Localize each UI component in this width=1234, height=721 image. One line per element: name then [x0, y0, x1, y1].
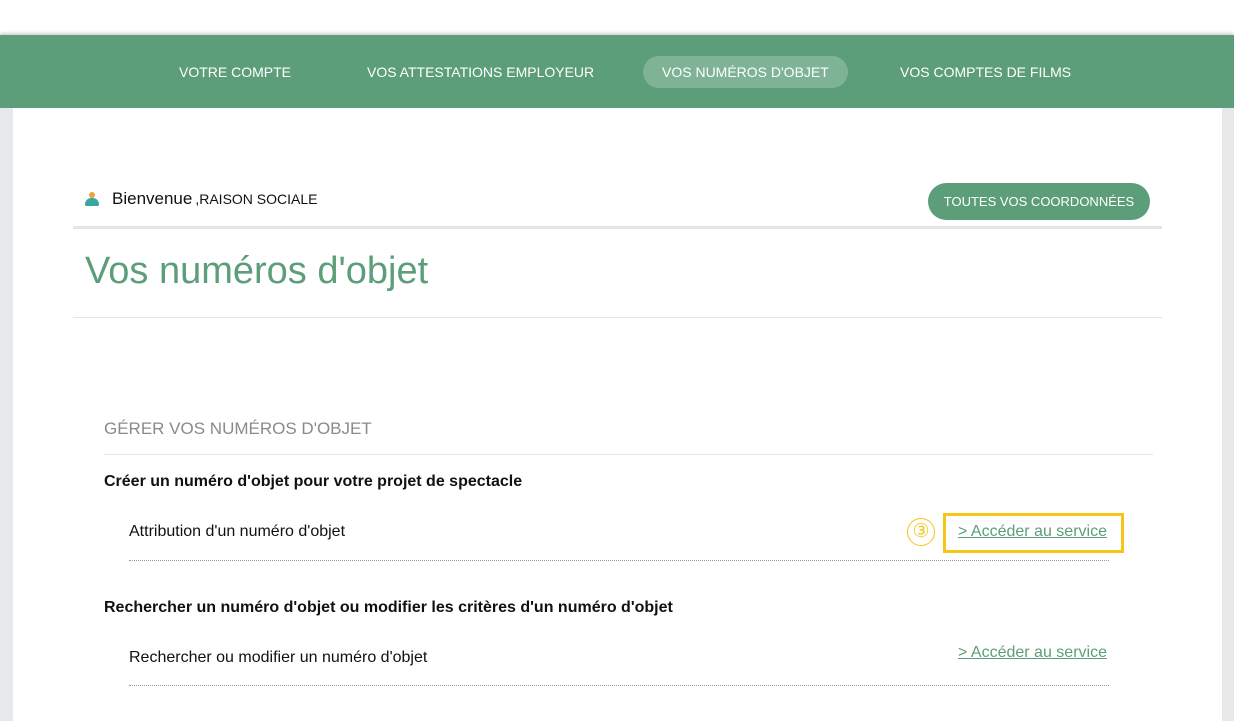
- user-icon: [84, 191, 100, 207]
- welcome-bar: Bienvenue ,RAISON SOCIALE: [84, 188, 318, 210]
- section-divider: [104, 454, 1153, 455]
- group-title-create: Créer un numéro d'objet pour votre proje…: [104, 473, 523, 490]
- nav-votre-compte[interactable]: VOTRE COMPTE: [179, 56, 291, 88]
- row-divider: [129, 560, 1109, 561]
- step-marker: ③: [907, 518, 935, 546]
- nav-comptes-films[interactable]: VOS COMPTES DE FILMS: [900, 56, 1071, 88]
- company-name: ,RAISON SOCIALE: [195, 191, 318, 207]
- section-heading: GÉRER VOS NUMÉROS D'OBJET: [104, 419, 372, 438]
- title-divider: [73, 317, 1162, 318]
- row-label-attribution: Attribution d'un numéro d'objet: [129, 523, 346, 540]
- nav-numeros-objet[interactable]: VOS NUMÉROS D'OBJET: [643, 56, 848, 88]
- header-divider: [73, 226, 1162, 229]
- all-coordinates-button[interactable]: TOUTES VOS COORDONNÉES: [928, 183, 1150, 220]
- row-divider: [129, 685, 1109, 686]
- main-nav: VOTRE COMPTE VOS ATTESTATIONS EMPLOYEUR …: [0, 35, 1234, 108]
- row-label-search: Rechercher ou modifier un numéro d'objet: [129, 649, 428, 666]
- right-gutter: [1222, 108, 1234, 721]
- left-gutter: [0, 108, 13, 721]
- page-title: Vos numéros d'objet: [85, 250, 429, 292]
- group-title-search: Rechercher un numéro d'objet ou modifier…: [104, 599, 673, 616]
- welcome-greeting: Bienvenue: [112, 189, 193, 208]
- access-service-link-search[interactable]: > Accéder au service: [958, 644, 1107, 662]
- access-service-link-attribution[interactable]: > Accéder au service: [958, 523, 1107, 541]
- nav-attestations-employeur[interactable]: VOS ATTESTATIONS EMPLOYEUR: [367, 56, 594, 88]
